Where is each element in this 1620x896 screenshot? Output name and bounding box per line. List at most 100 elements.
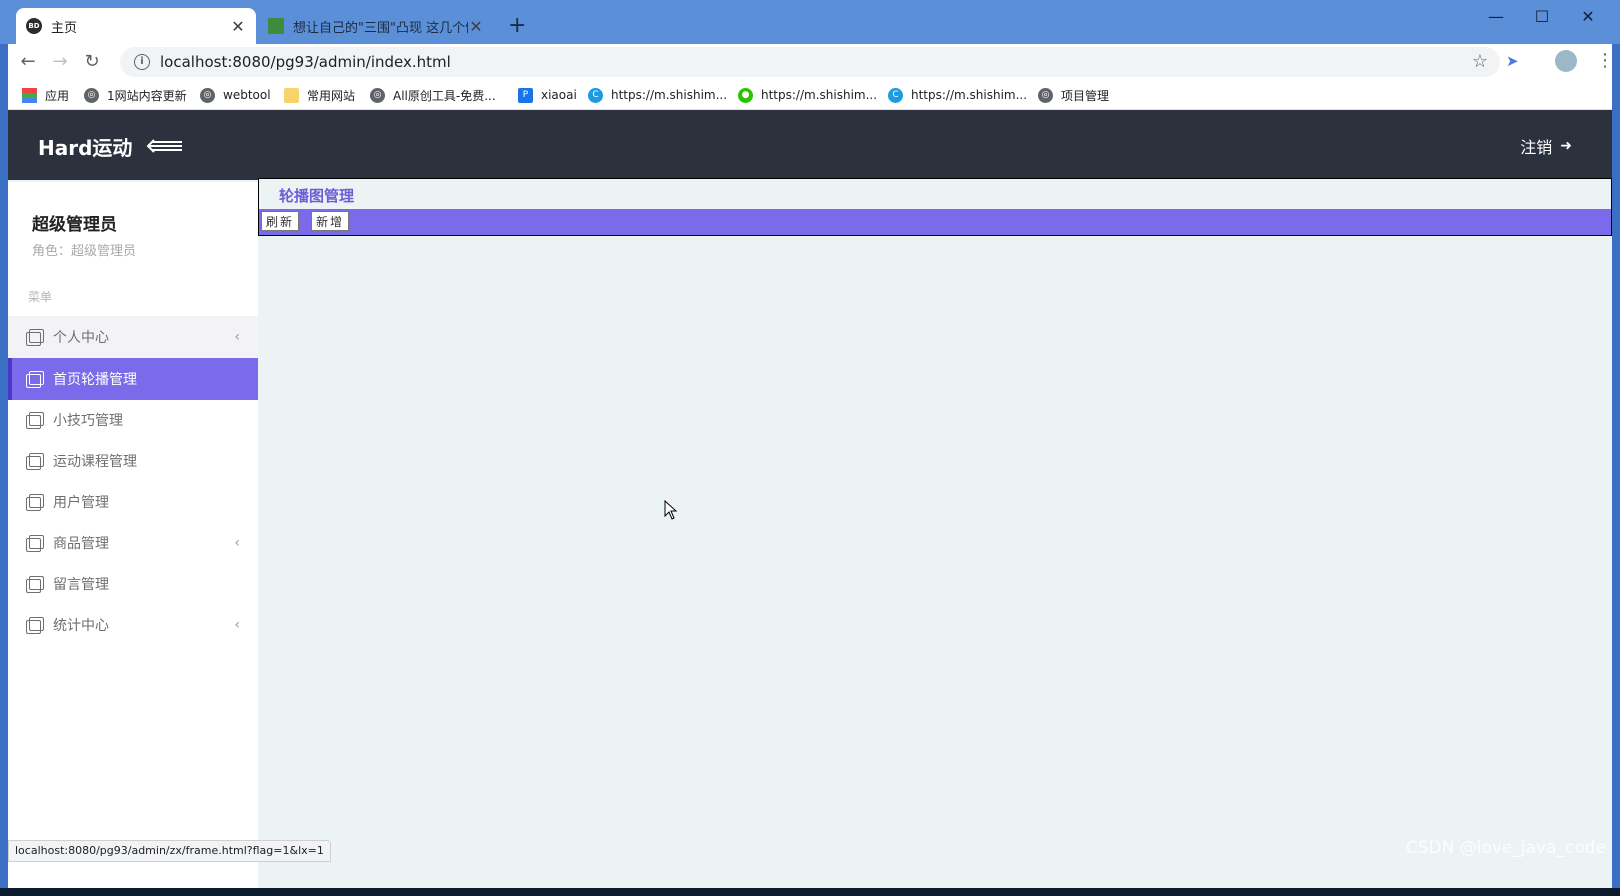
folder-icon [284, 87, 299, 103]
c-icon: C [588, 87, 603, 103]
extension-icon[interactable]: ➤ [1506, 53, 1522, 69]
sidebar-item-users[interactable]: 用户管理 [8, 481, 258, 523]
bookmark-label: https://m.shishim... [761, 88, 878, 102]
sidebar-item-label: 统计中心 [53, 618, 109, 634]
window-icon [26, 617, 44, 634]
content-frame: 轮播图管理 刷新 新增 [258, 178, 1612, 888]
bookmark-item[interactable]: P xiaoai [518, 86, 577, 104]
bookmark-item[interactable]: ◎ All原创工具-免费... [370, 86, 496, 104]
c-icon: C [888, 87, 903, 103]
chevron-left-icon: ‹ [234, 329, 240, 345]
bookmark-item[interactable]: ● https://m.shishim... [738, 86, 877, 104]
bookmark-item[interactable]: C https://m.shishim... [888, 86, 1027, 104]
sidebar-item-label: 首页轮播管理 [53, 372, 137, 388]
globe-icon: ◎ [84, 87, 99, 103]
window-close-button[interactable]: ✕ [1568, 4, 1608, 30]
bookmark-label: All原创工具-免费... [393, 88, 496, 103]
menu-toggle-icon[interactable] [146, 137, 184, 155]
bookmark-label: 常用网站 [307, 88, 356, 103]
user-role: 角色：超级管理员 [32, 244, 137, 259]
tab-label: 主页 [51, 20, 78, 36]
content-header: 轮播图管理 [258, 178, 1612, 210]
sidebar-item-label: 商品管理 [53, 536, 109, 552]
bookmark-folder[interactable]: 常用网站 [284, 86, 355, 104]
admin-page: Hard运动 注销 ➜ 超级管理员 角色：超级管理员 菜单 个人中心 ‹ 首页轮… [8, 110, 1612, 888]
window-icon [26, 329, 44, 346]
bookmark-label: 1网站内容更新 [107, 88, 187, 103]
wechat-icon: ● [738, 87, 753, 103]
window-icon [26, 535, 44, 552]
chevron-left-icon: ‹ [234, 535, 240, 551]
browser-tab-strip: BD 主页 ✕ 想让自己的"三围"凸现 这几个健... ✕ + — ☐ ✕ [0, 0, 1620, 44]
sidebar-item-label: 个人中心 [53, 330, 109, 346]
close-tab-icon[interactable]: ✕ [230, 17, 246, 36]
user-name: 超级管理员 [32, 215, 117, 235]
logout-icon: ➜ [1560, 138, 1572, 154]
bookmark-item[interactable]: ◎ 1网站内容更新 [84, 86, 187, 104]
back-arrow-icon[interactable]: ← [16, 50, 40, 74]
sidebar-item-label: 留言管理 [53, 577, 109, 593]
sidebar-item-messages[interactable]: 留言管理 [8, 563, 258, 605]
globe-icon: ◎ [1038, 87, 1053, 103]
window-icon [26, 494, 44, 511]
menu-heading: 菜单 [28, 290, 53, 304]
globe-icon: ◎ [200, 87, 215, 103]
apps-grid-icon [22, 87, 37, 103]
bookmark-star-icon[interactable]: ☆ [1472, 51, 1488, 72]
refresh-button[interactable]: 刷新 [261, 211, 300, 231]
action-bar: 刷新 新增 [258, 209, 1612, 236]
sidebar-item-products[interactable]: 商品管理 ‹ [8, 522, 258, 564]
site-favicon-icon [268, 18, 284, 34]
sidebar-item-courses[interactable]: 运动课程管理 [8, 440, 258, 482]
window-minimize-button[interactable]: — [1476, 4, 1516, 30]
content-title: 轮播图管理 [279, 187, 355, 205]
globe-icon: ◎ [370, 87, 385, 103]
sidebar-item-statistics[interactable]: 统计中心 ‹ [8, 604, 258, 646]
profile-avatar[interactable] [1555, 50, 1577, 72]
sidebar-item-tips[interactable]: 小技巧管理 [8, 399, 258, 441]
window-icon [26, 453, 44, 470]
window-icon [26, 576, 44, 593]
new-tab-button[interactable]: + [508, 12, 526, 40]
window-maximize-button[interactable]: ☐ [1522, 4, 1562, 30]
logout-link[interactable]: 注销 ➜ [1520, 134, 1572, 158]
bookmark-label: 项目管理 [1061, 88, 1110, 103]
browser-tab-article[interactable]: 想让自己的"三围"凸现 这几个健... ✕ [258, 8, 494, 44]
window-icon [26, 412, 44, 429]
app-header: Hard运动 注销 ➜ [8, 110, 1612, 180]
window-icon [26, 371, 44, 388]
sidebar-item-personal-center[interactable]: 个人中心 ‹ [8, 316, 258, 358]
sidebar-item-label: 运动课程管理 [53, 454, 137, 470]
bookmark-label: 应用 [45, 88, 70, 103]
bookmark-apps[interactable]: 应用 [22, 86, 69, 104]
browser-toolbar: ← → ↻ i localhost:8080/pg93/admin/index.… [8, 44, 1614, 80]
browser-tab-home[interactable]: BD 主页 ✕ [16, 8, 256, 44]
os-taskbar [0, 888, 1620, 896]
mouse-cursor-icon [664, 500, 678, 520]
add-button[interactable]: 新增 [311, 211, 350, 231]
bookmark-label: https://m.shishim... [911, 88, 1028, 102]
bookmark-item[interactable]: ◎ webtool [200, 86, 271, 104]
reload-icon[interactable]: ↻ [80, 50, 104, 74]
tab-label: 想让自己的"三围"凸现 这几个健... [293, 20, 468, 36]
sidebar-item-label: 用户管理 [53, 495, 109, 511]
browser-menu-icon[interactable]: ⋮ [1596, 50, 1614, 71]
baidu-favicon-icon: BD [26, 18, 42, 34]
site-info-icon[interactable]: i [134, 54, 150, 70]
bookmarks-bar: 应用 ◎ 1网站内容更新 ◎ webtool 常用网站 ◎ All原创工具-免费… [8, 80, 1612, 110]
brand-title: Hard运动 [38, 136, 133, 160]
address-bar[interactable]: i localhost:8080/pg93/admin/index.html ☆ [120, 47, 1500, 77]
bookmark-item[interactable]: ◎ 项目管理 [1038, 86, 1109, 104]
bookmark-item[interactable]: C https://m.shishim... [588, 86, 727, 104]
sidebar-item-carousel[interactable]: 首页轮播管理 [8, 358, 258, 400]
watermark: CSDN @love_java_code [1405, 838, 1606, 858]
logout-label: 注销 [1520, 138, 1553, 157]
link-status-bubble: localhost:8080/pg93/admin/zx/frame.html?… [8, 840, 331, 862]
bookmark-label: https://m.shishim... [611, 88, 728, 102]
forward-arrow-icon[interactable]: → [48, 50, 72, 74]
close-tab-icon[interactable]: ✕ [468, 17, 484, 36]
bookmark-label: xiaoai [541, 88, 577, 102]
p-icon: P [518, 87, 533, 103]
url-text[interactable]: localhost:8080/pg93/admin/index.html [160, 53, 451, 71]
sidebar: 超级管理员 角色：超级管理员 菜单 个人中心 ‹ 首页轮播管理 小技巧管理 运动… [8, 182, 258, 888]
